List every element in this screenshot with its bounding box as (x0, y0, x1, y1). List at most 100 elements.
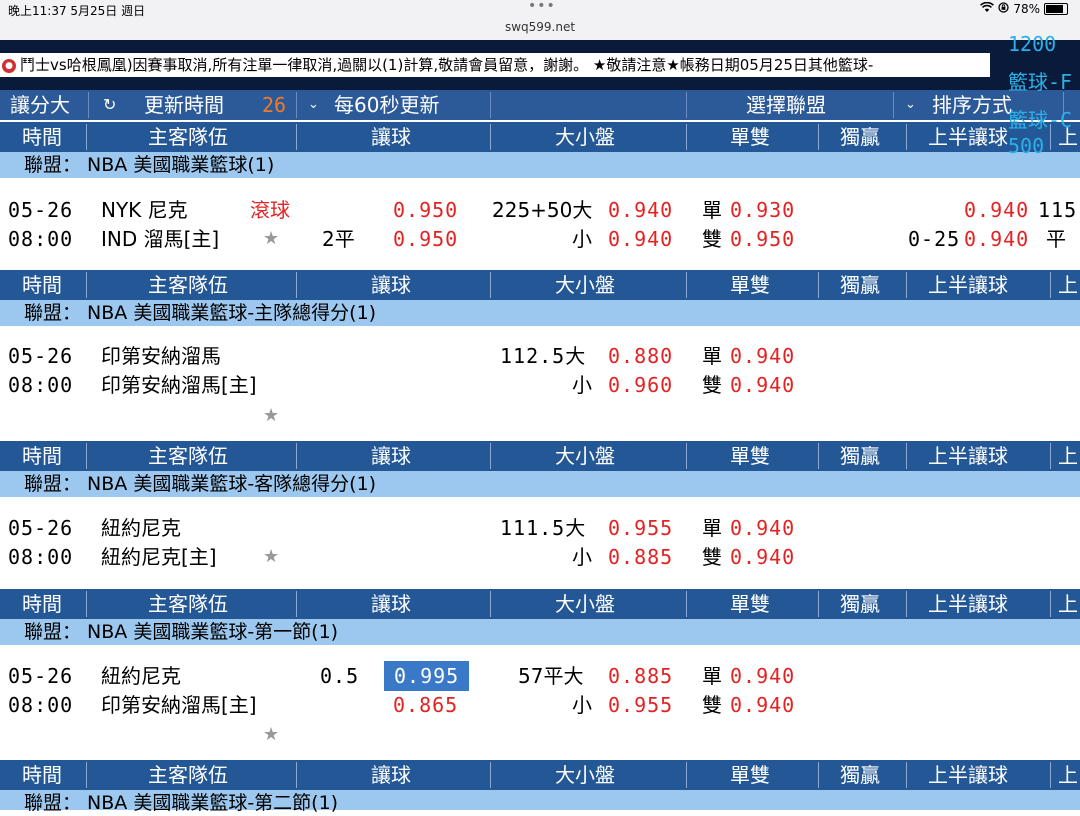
col-more: 上 (1058, 592, 1078, 616)
team-home: 紐約尼克[主] (101, 545, 217, 569)
league-title: 聯盟： NBA 美國職業籃球(1) (0, 152, 1080, 178)
ou-under-label: 小 (572, 693, 592, 717)
mode-button[interactable]: 讓分大 (10, 90, 70, 120)
col-first-half: 上半讓球 (928, 125, 1008, 149)
match-date: 05-26 (8, 664, 74, 688)
league-select[interactable]: 選擇聯盟 (746, 90, 826, 120)
orientation-lock-icon (998, 2, 1009, 16)
col-teams: 主客隊伍 (148, 273, 228, 297)
col-moneyline: 獨贏 (840, 273, 880, 297)
col-more: 上 (1058, 273, 1078, 297)
handicap-line: 0.5 (320, 664, 360, 688)
col-overunder: 大小盤 (555, 444, 615, 468)
odd-label: 單 (702, 198, 722, 222)
match-row: 05-26 紐約尼克 111.5大 0.955 單 0.940 (0, 513, 1080, 543)
column-header: 時間 主客隊伍 讓球 大小盤 單雙 獨贏 上半讓球 上 (0, 760, 1080, 790)
col-time: 時間 (22, 592, 62, 616)
odd-odds[interactable]: 0.940 (730, 513, 795, 543)
even-label: 雙 (702, 545, 722, 569)
match-date: 05-26 (8, 344, 74, 368)
col-handicap: 讓球 (371, 444, 411, 468)
favorite-star-icon[interactable]: ★ (263, 542, 279, 572)
team-away: 印第安納溜馬 (101, 344, 221, 368)
col-more: 上 (1058, 763, 1078, 787)
match-date: 05-26 (8, 198, 74, 222)
odd-odds[interactable]: 0.940 (730, 341, 795, 371)
first-half-line: 0-25 (908, 227, 961, 251)
ou-under-odds[interactable]: 0.955 (608, 690, 673, 720)
live-badge[interactable]: 滾球 (250, 195, 290, 225)
favorite-star-icon[interactable]: ★ (263, 401, 279, 431)
first-half-odds-away[interactable]: 0.940 (964, 195, 1029, 225)
match-date: 05-26 (8, 516, 74, 540)
col-oddeven: 單雙 (730, 763, 770, 787)
handicap-odds-away[interactable]: 0.950 (393, 195, 458, 225)
col-moneyline: 獨贏 (840, 125, 880, 149)
col-moneyline: 獨贏 (840, 763, 880, 787)
ou-over-odds[interactable]: 0.885 (608, 661, 673, 691)
team-home: 印第安納溜馬[主] (101, 693, 257, 717)
team-away: NYK 尼克 (101, 198, 188, 222)
col-handicap: 讓球 (371, 273, 411, 297)
handicap-odds-home[interactable]: 0.950 (393, 224, 458, 254)
col-oddeven: 單雙 (730, 444, 770, 468)
control-bar: 讓分大 ↻ 更新時間 26 ⌄ 每60秒更新 選擇聯盟 ⌄ 排序方式 (0, 90, 1080, 120)
refresh-icon[interactable]: ↻ (103, 90, 116, 120)
announcement-marquee: ● 鬥士vs哈根鳳凰)因賽事取消,所有注單一律取消,過關以(1)計算,敬請會員留意… (0, 53, 990, 77)
col-time: 時間 (22, 444, 62, 468)
col-handicap: 讓球 (371, 763, 411, 787)
ou-line: 111.5大 (500, 516, 587, 540)
status-time: 晚上11:37 5月25日 週日 (8, 4, 146, 18)
extra-value[interactable]: 115 (1038, 195, 1077, 225)
overlay-text: 籃球-C (1008, 108, 1073, 132)
even-odds[interactable]: 0.940 (730, 690, 795, 720)
col-overunder: 大小盤 (555, 125, 615, 149)
col-teams: 主客隊伍 (148, 125, 228, 149)
col-more: 上 (1058, 444, 1078, 468)
ou-over-odds[interactable]: 0.940 (608, 195, 673, 225)
col-moneyline: 獨贏 (840, 592, 880, 616)
col-handicap: 讓球 (371, 592, 411, 616)
col-teams: 主客隊伍 (148, 763, 228, 787)
ou-over-odds[interactable]: 0.955 (608, 513, 673, 543)
address-url[interactable]: swq599.net (0, 20, 1080, 34)
league-title: 聯盟： NBA 美國職業籃球-第一節(1) (0, 619, 1080, 645)
odd-odds[interactable]: 0.940 (730, 661, 795, 691)
team-home: 印第安納溜馬[主] (101, 373, 257, 397)
handicap-odds-away-selected[interactable]: 0.995 (384, 661, 470, 691)
sort-select[interactable]: 排序方式 (932, 90, 1012, 120)
battery-icon (1044, 3, 1068, 15)
col-teams: 主客隊伍 (148, 592, 228, 616)
ou-under-label: 小 (572, 545, 592, 569)
refresh-button[interactable]: 更新時間 (144, 90, 224, 120)
first-half-odds-home[interactable]: 0.940 (964, 224, 1029, 254)
favorite-star-icon[interactable]: ★ (263, 720, 279, 750)
ou-under-label: 小 (572, 373, 592, 397)
star-row: ★ (0, 720, 1080, 750)
col-teams: 主客隊伍 (148, 444, 228, 468)
league-title: 聯盟： NBA 美國職業籃球-主隊總得分(1) (0, 300, 1080, 326)
ou-under-label: 小 (572, 227, 592, 251)
battery-percent: 78% (1013, 2, 1040, 16)
ou-under-odds[interactable]: 0.885 (608, 542, 673, 572)
odd-odds[interactable]: 0.930 (730, 195, 795, 225)
ou-line: 112.5大 (500, 344, 587, 368)
col-handicap: 讓球 (371, 125, 411, 149)
even-odds[interactable]: 0.940 (730, 542, 795, 572)
ou-over-odds[interactable]: 0.880 (608, 341, 673, 371)
even-odds[interactable]: 0.940 (730, 370, 795, 400)
favorite-star-icon[interactable]: ★ (263, 224, 279, 254)
even-odds[interactable]: 0.950 (730, 224, 795, 254)
chevron-down-icon[interactable]: ⌄ (308, 90, 319, 120)
ou-under-odds[interactable]: 0.960 (608, 370, 673, 400)
odd-label: 單 (702, 664, 722, 688)
refresh-interval-select[interactable]: 每60秒更新 (334, 90, 439, 120)
even-label: 雙 (702, 693, 722, 717)
extra-label: 平 (1046, 227, 1066, 251)
col-moneyline: 獨贏 (840, 444, 880, 468)
ou-under-odds[interactable]: 0.940 (608, 224, 673, 254)
column-header: 時間 主客隊伍 讓球 大小盤 單雙 獨贏 上半讓球 上 (0, 122, 1080, 152)
handicap-odds-home[interactable]: 0.865 (393, 690, 458, 720)
more-dots-icon[interactable]: ••• (528, 0, 556, 14)
sort-chevron-icon[interactable]: ⌄ (905, 90, 916, 120)
